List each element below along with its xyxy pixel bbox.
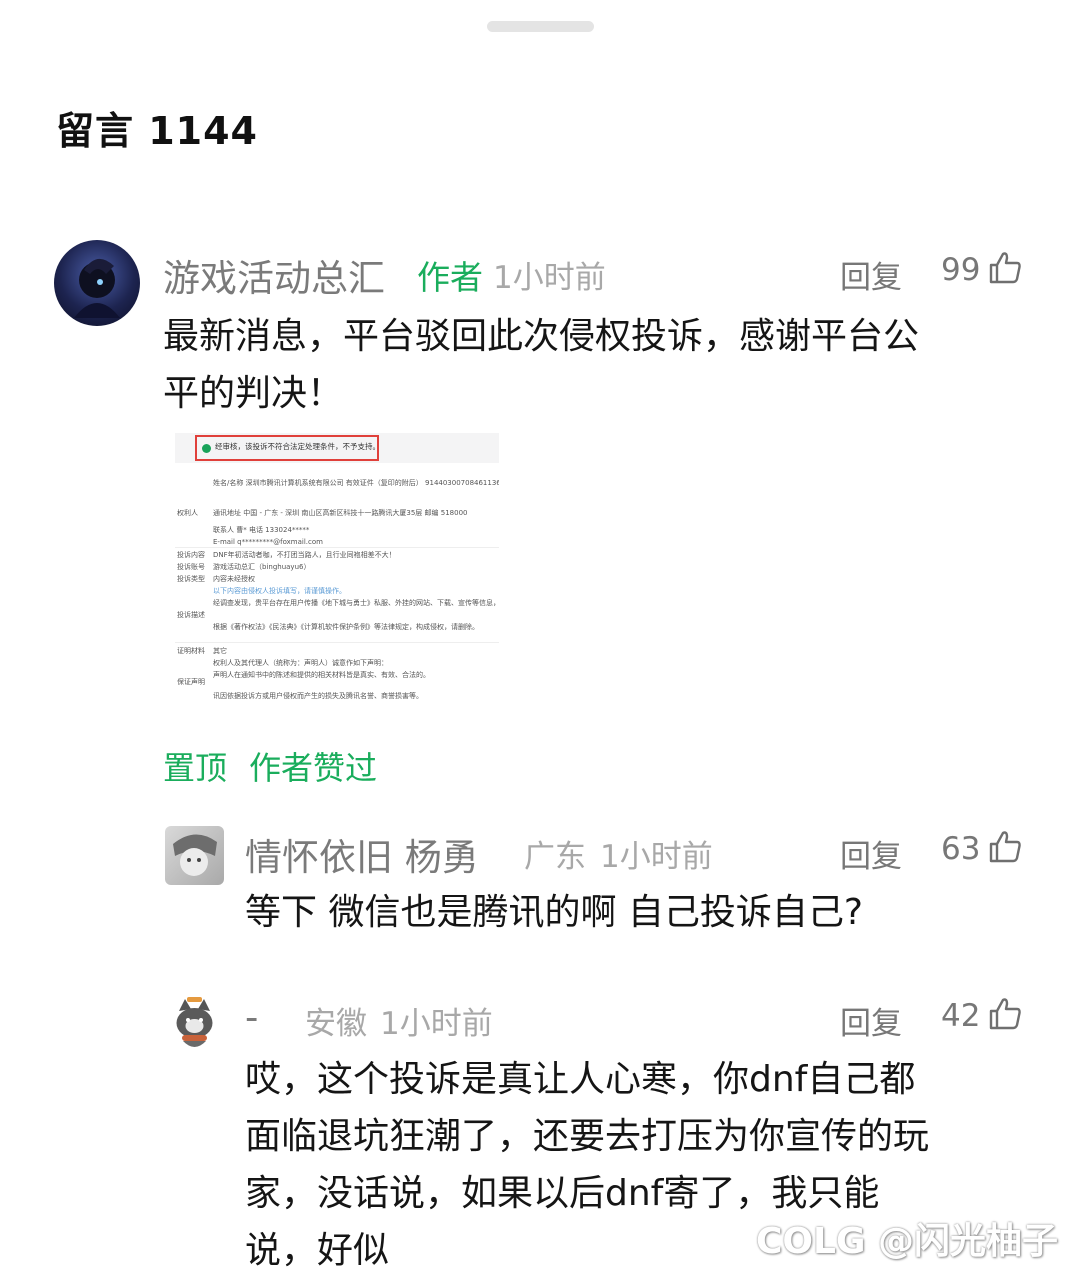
- avatar[interactable]: [165, 995, 224, 1054]
- comment-author-name[interactable]: 情怀依旧 杨勇: [245, 827, 479, 881]
- reply-button[interactable]: 回复: [840, 252, 902, 297]
- image-row-label: 权利人: [177, 509, 198, 517]
- image-row-label: 投诉内容: [177, 551, 205, 559]
- thumbs-up-icon[interactable]: [987, 996, 1023, 1032]
- image-row-text: 联系人 曹* 电话 133024*****: [213, 526, 310, 534]
- comments-title: 留言 1144: [56, 109, 258, 153]
- comment-text: 最新消息，平台驳回此次侵权投诉，感谢平台公 平的判决！: [163, 308, 1043, 422]
- image-row-text: 讯因依据投诉方或用户侵权而产生的损失及腾讯名誉、商誉损害等。: [213, 692, 423, 700]
- avatar[interactable]: [165, 826, 224, 885]
- like-count: 42: [941, 998, 981, 1034]
- image-row-label: 投诉账号: [177, 563, 205, 571]
- pinned-tag: 置顶: [163, 749, 228, 787]
- author-liked-tag: 作者赞过: [249, 749, 378, 787]
- image-row-text: 根据《著作权法》《民法典》《计算机软件保护条例》等法律规定，构成侵权，请删除。: [213, 623, 479, 631]
- comment-text-line: 哎，这个投诉是真让人心寒，你dnf自己都: [245, 1059, 916, 1100]
- watermark: COLG @闪光柚子: [756, 1221, 1059, 1262]
- image-row-text: 游戏活动总汇（binghuayu6）: [213, 563, 311, 571]
- image-row-text: 经调查发现，贵平台存在用户传播《地下城与勇士》私服、外挂的网站、下载、宣传等信息…: [213, 599, 499, 607]
- image-row-text: E-mail q*********@foxmail.com: [213, 538, 323, 546]
- image-row-text: 以下内容由侵权人投诉填写，请谨慎操作。: [213, 587, 346, 595]
- comment-text-line: 最新消息，平台驳回此次侵权投诉，感谢平台公: [163, 316, 920, 357]
- check-icon: [202, 444, 211, 453]
- comment-time: 1小时前: [380, 1006, 493, 1042]
- divider: [175, 642, 499, 643]
- image-notice-text: 经审核，该投诉不符合法定处理条件，不予支持。: [215, 442, 380, 451]
- image-row-text: 内容未经授权: [213, 575, 255, 583]
- comment-location: 广东: [524, 839, 586, 875]
- comment-text: 等下 微信也是腾讯的啊 自己投诉自己?: [245, 884, 1045, 941]
- author-badge: 作者: [417, 258, 483, 297]
- comment-time: 1小时前: [493, 260, 606, 296]
- image-row-label: 保证声明: [177, 678, 205, 686]
- image-row-text: 通讯地址 中国 - 广东 - 深圳 南山区高新区科技十一路腾讯大厦35层 邮编 …: [213, 509, 468, 517]
- thumbs-up-icon[interactable]: [987, 250, 1023, 286]
- thumbs-up-icon[interactable]: [987, 829, 1023, 865]
- comment-time: 1小时前: [600, 839, 713, 875]
- image-row-label: 证明材料: [177, 647, 205, 655]
- image-row-text: 权利人及其代理人（统称为：声明人）诚意作如下声明：: [213, 659, 388, 667]
- reply-button[interactable]: 回复: [840, 831, 902, 876]
- image-row-text: 声明人在通知书中的陈述和提供的相关材料皆是真实、有效、合法的。: [213, 671, 430, 679]
- image-row-text: DNF年初活动者咖，不打团当路人，且行业同袍相差不大！: [213, 551, 396, 559]
- reply-button[interactable]: 回复: [840, 998, 902, 1043]
- image-row-label: 投诉描述: [177, 611, 205, 619]
- image-row-label: 投诉类型: [177, 575, 205, 583]
- comment-text-line: 面临退坑狂潮了，还要去打压为你宣传的玩: [245, 1116, 930, 1157]
- like-count: 63: [941, 831, 981, 867]
- image-row-text: 其它: [213, 647, 227, 655]
- comment-image[interactable]: 经审核，该投诉不符合法定处理条件，不予支持。 姓名/名称 深圳市腾讯计算机系统有…: [175, 433, 499, 703]
- comment-author-name[interactable]: -: [245, 996, 258, 1039]
- like-count: 99: [941, 252, 981, 288]
- avatar[interactable]: [54, 240, 140, 326]
- comment-location: 安徽: [305, 1006, 367, 1042]
- drag-handle[interactable]: [487, 21, 594, 32]
- divider: [175, 547, 499, 548]
- image-row-text: 姓名/名称 深圳市腾讯计算机系统有限公司 有效证件（复印的附后） 9144030…: [213, 479, 499, 487]
- comment-author-name[interactable]: 游戏活动总汇: [163, 248, 385, 302]
- comment-text-line: 平的判决！: [163, 373, 344, 414]
- comment-text-line: 等下 微信也是腾讯的啊 自己投诉自己?: [245, 892, 863, 933]
